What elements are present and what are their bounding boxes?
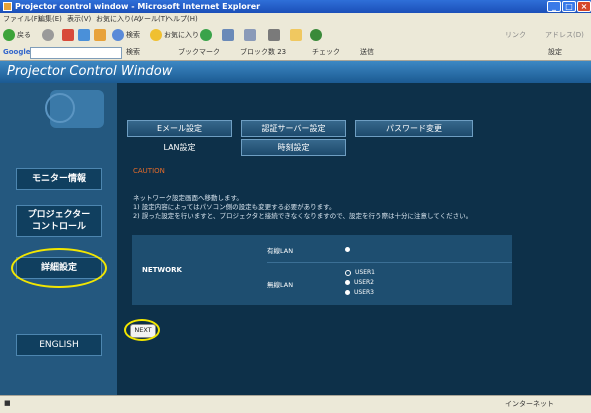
wireless-lan-row: 無線LAN USER1 USER2 USER3 [267,267,512,303]
next-highlight-ring [124,319,160,341]
tab-password-change[interactable]: パスワード変更 [355,120,473,137]
window-title: Projector control window - Microsoft Int… [15,2,261,11]
back-icon [3,29,15,41]
page-icon: ■ [4,399,11,407]
forward-icon [42,29,54,41]
star-icon [150,29,162,41]
browser-toolbar: 戻る 検索 お気に入り リンク アドレス(D) [0,25,591,46]
maximize-button[interactable]: □ [562,1,576,12]
google-logo: Google [3,48,31,56]
mail-button[interactable] [244,28,258,42]
forward-button[interactable] [42,28,56,42]
google-toolbar: Google 検索 ブックマーク ブロック数 23 チェック 送信 設定 [0,45,591,61]
history-icon [222,29,234,41]
zone-label: インターネット [505,400,554,408]
sidebar: モニター情報 プロジェクター コントロール 詳細設定 ENGLISH [0,83,117,395]
page-title: Projector Control Window [7,64,173,79]
menu-tools[interactable]: ツール(T) [137,14,168,24]
wired-lan-radio[interactable] [345,245,354,253]
network-label: NETWORK [142,266,182,274]
stop-button[interactable] [62,28,76,42]
search-icon [112,29,124,41]
address-label: アドレス(D) [545,31,584,39]
back-button[interactable]: 戻る [3,28,31,42]
sidebar-item-english[interactable]: ENGLISH [16,334,102,356]
wired-lan-label: 有線LAN [267,247,294,255]
network-table: NETWORK 有線LAN 無線LAN USER1 USER2 USER3 [132,235,512,305]
page-header: Projector Control Window [0,61,591,83]
menu-favorites[interactable]: お気に入り(A) [96,14,141,24]
search-button[interactable]: 検索 [112,28,140,42]
tab-lan-settings[interactable]: LAN設定 [127,139,232,156]
tab-auth-server[interactable]: 認証サーバー設定 [241,120,346,137]
tab-email-settings[interactable]: Eメール設定 [127,120,232,137]
window-titlebar: Projector control window - Microsoft Int… [0,0,591,13]
notice-line-3: 2) 誤った設定を行いますと、プロジェクタと接続できなくなりますので、設定を行う… [133,212,473,220]
status-bar: ■ インターネット [0,395,591,413]
bookmarks-button[interactable]: ブックマーク [178,47,220,58]
google-search-button[interactable]: 検索 [126,47,140,58]
refresh-button[interactable] [78,28,92,42]
caution-label: CAUTION [133,167,165,175]
user1-radio[interactable]: USER1 [345,269,375,276]
wired-lan-row: 有線LAN [267,245,512,255]
google-settings-button[interactable]: 設定 [548,47,562,58]
minimize-button[interactable]: _ [547,1,561,12]
menu-file[interactable]: ファイル(F) [3,14,41,24]
history-button[interactable] [222,28,236,42]
menu-view[interactable]: 表示(V) [67,14,91,24]
print-icon [268,29,280,41]
send-button[interactable]: 送信 [360,47,374,58]
media-icon [200,29,212,41]
wireless-lan-label: 無線LAN [267,281,294,289]
messenger-icon [310,29,322,41]
menu-help[interactable]: ヘルプ(H) [166,14,198,24]
stop-icon [62,29,74,41]
lens-icon [45,93,75,123]
tab-time-settings[interactable]: 時刻設定 [241,139,346,156]
google-search-input[interactable] [30,47,122,59]
user3-radio[interactable]: USER3 [345,289,374,296]
sidebar-item-projector-control[interactable]: プロジェクター コントロール [16,205,102,237]
highlight-ring [11,248,107,288]
media-button[interactable] [200,28,214,42]
close-button[interactable]: × [577,1,591,12]
messenger-button[interactable] [310,28,324,42]
user2-radio[interactable]: USER2 [345,279,374,286]
row-divider [267,262,512,263]
folder-button[interactable] [290,28,304,42]
main-content: Eメール設定 認証サーバー設定 パスワード変更 LAN設定 時刻設定 CAUTI… [117,83,591,395]
folder-icon [290,29,302,41]
refresh-icon [78,29,90,41]
favorites-button[interactable]: お気に入り [150,28,199,42]
sidebar-item-monitor-info[interactable]: モニター情報 [16,168,102,190]
menu-edit[interactable]: 編集(E) [38,14,62,24]
popup-blocked[interactable]: ブロック数 23 [240,47,286,58]
print-button[interactable] [268,28,282,42]
mail-icon [244,29,256,41]
spellcheck-button[interactable]: チェック [312,47,340,58]
home-button[interactable] [94,28,108,42]
ie-icon [3,2,12,11]
home-icon [94,29,106,41]
links-button[interactable]: リンク [505,28,526,42]
